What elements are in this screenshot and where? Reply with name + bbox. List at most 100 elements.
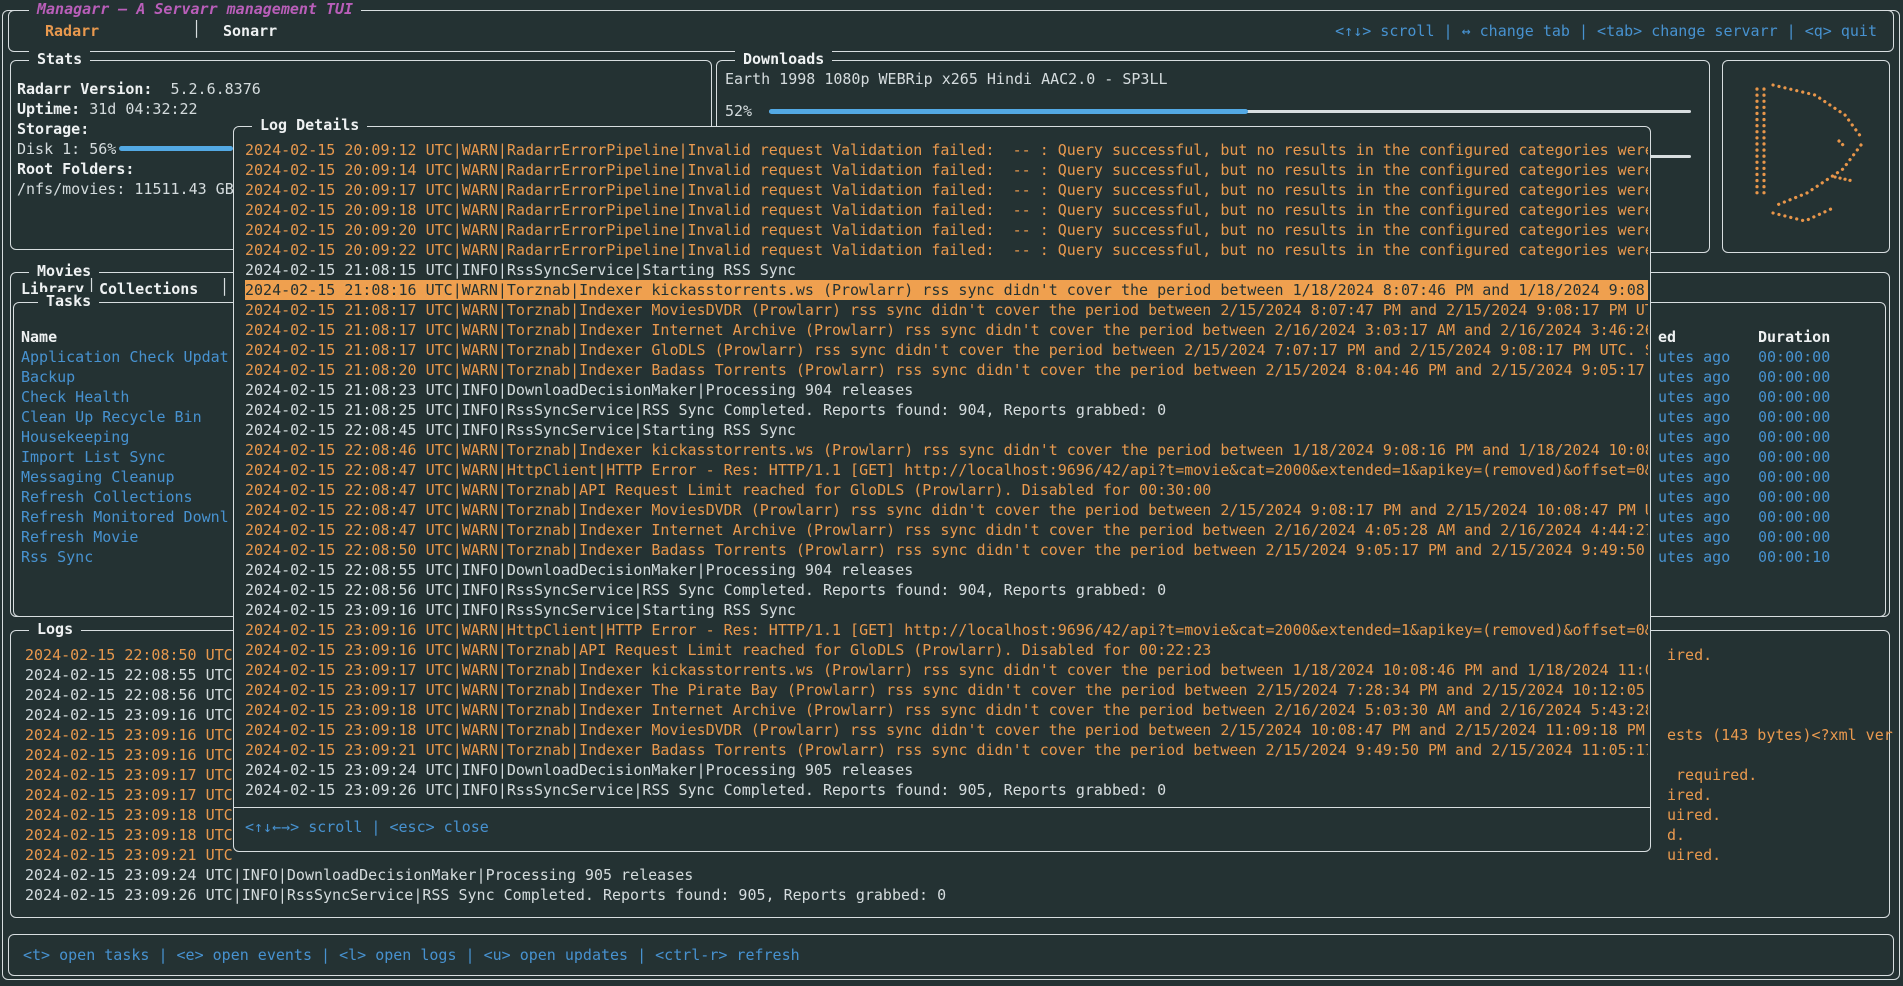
tasks-panel-title: Tasks: [38, 292, 99, 310]
log-row-timestamp[interactable]: 2024-02-15 22:08:50 UTC: [25, 645, 237, 665]
log-detail-line-selected[interactable]: 2024-02-15 21:08:16 UTC|WARN|Torznab|Ind…: [245, 280, 1648, 300]
task-last-executed: utes ago: [1658, 467, 1730, 487]
download-gauge-track: [769, 110, 1691, 113]
log-detail-line[interactable]: 2024-02-15 21:08:17 UTC|WARN|Torznab|Ind…: [245, 320, 1648, 340]
tab-collections[interactable]: Collections: [99, 279, 198, 299]
log-row-timestamp[interactable]: 2024-02-15 23:09:17 UTC: [25, 765, 237, 785]
task-duration: 00:00:00: [1758, 387, 1830, 407]
log-detail-line[interactable]: 2024-02-15 22:08:45 UTC|INFO|RssSyncServ…: [245, 420, 1648, 440]
stats-version-label: Radarr Version:: [17, 80, 152, 98]
task-name: Clean Up Recycle Bin: [21, 407, 233, 427]
log-detail-line[interactable]: 2024-02-15 23:09:16 UTC|INFO|RssSyncServ…: [245, 600, 1648, 620]
task-duration: 00:00:00: [1758, 487, 1830, 507]
log-detail-line[interactable]: 2024-02-15 20:09:17 UTC|WARN|RadarrError…: [245, 180, 1648, 200]
log-row-timestamp[interactable]: 2024-02-15 23:09:21 UTC: [25, 845, 237, 865]
log-row[interactable]: 2024-02-15 23:09:26 UTC|INFO|RssSyncServ…: [25, 885, 1885, 905]
top-keybinds: <↑↓> scroll | ↔ change tab | <tab> chang…: [1335, 21, 1877, 41]
log-row-timestamp[interactable]: 2024-02-15 22:08:56 UTC: [25, 685, 237, 705]
log-row-tail: ired.: [1667, 785, 1712, 805]
log-row-tail: required.: [1667, 765, 1757, 785]
log-detail-line[interactable]: 2024-02-15 20:09:14 UTC|WARN|RadarrError…: [245, 160, 1648, 180]
log-row-timestamp[interactable]: 2024-02-15 23:09:17 UTC: [25, 785, 237, 805]
log-detail-line[interactable]: 2024-02-15 20:09:22 UTC|WARN|RadarrError…: [245, 240, 1648, 260]
log-row-tail: uired.: [1667, 805, 1721, 825]
tab-radarr[interactable]: Radarr: [45, 21, 99, 41]
log-detail-line[interactable]: 2024-02-15 20:09:18 UTC|WARN|RadarrError…: [245, 200, 1648, 220]
stats-storage-label: Storage:: [17, 120, 89, 138]
log-detail-line[interactable]: 2024-02-15 21:08:20 UTC|WARN|Torznab|Ind…: [245, 360, 1648, 380]
task-last-executed: utes ago: [1658, 447, 1730, 467]
log-details-list: 2024-02-15 20:09:12 UTC|WARN|RadarrError…: [245, 140, 1648, 800]
managarr-logo-icon: [1743, 81, 1873, 231]
log-detail-line[interactable]: 2024-02-15 23:09:16 UTC|WARN|Torznab|API…: [245, 640, 1648, 660]
log-detail-line[interactable]: 2024-02-15 21:08:17 UTC|WARN|Torznab|Ind…: [245, 300, 1648, 320]
log-details-title: Log Details: [252, 116, 367, 134]
log-detail-line[interactable]: 2024-02-15 23:09:17 UTC|WARN|Torznab|Ind…: [245, 680, 1648, 700]
disk-usage-gauge: [119, 146, 233, 151]
log-detail-line[interactable]: 2024-02-15 23:09:18 UTC|WARN|Torznab|Ind…: [245, 720, 1648, 740]
log-detail-line[interactable]: 2024-02-15 22:08:47 UTC|WARN|Torznab|Ind…: [245, 520, 1648, 540]
log-detail-line[interactable]: 2024-02-15 23:09:18 UTC|WARN|Torznab|Ind…: [245, 700, 1648, 720]
log-detail-line[interactable]: 2024-02-15 22:08:47 UTC|WARN|HttpClient|…: [245, 460, 1648, 480]
task-last-executed: utes ago: [1658, 507, 1730, 527]
task-duration: 00:00:00: [1758, 527, 1830, 547]
task-duration: 00:00:00: [1758, 507, 1830, 527]
log-row-timestamp[interactable]: 2024-02-15 23:09:18 UTC: [25, 825, 237, 845]
log-row-timestamp[interactable]: 2024-02-15 23:09:16 UTC: [25, 725, 237, 745]
stats-disk-label: Disk 1: 56%: [17, 140, 116, 158]
task-name: Housekeeping: [21, 427, 233, 447]
log-row-tail: ired.: [1667, 645, 1712, 665]
log-row-timestamp[interactable]: 2024-02-15 23:09:18 UTC: [25, 805, 237, 825]
log-detail-line[interactable]: 2024-02-15 21:08:17 UTC|WARN|Torznab|Ind…: [245, 340, 1648, 360]
log-detail-line[interactable]: 2024-02-15 23:09:21 UTC|WARN|Torznab|Ind…: [245, 740, 1648, 760]
log-detail-line[interactable]: 2024-02-15 20:09:12 UTC|WARN|RadarrError…: [245, 140, 1648, 160]
stats-rootfolder-value: /nfs/movies: 11511.43 GB: [17, 180, 234, 198]
log-detail-line[interactable]: 2024-02-15 22:08:50 UTC|WARN|Torznab|Ind…: [245, 540, 1648, 560]
log-detail-line[interactable]: 2024-02-15 22:08:47 UTC|WARN|Torznab|API…: [245, 480, 1648, 500]
download-item-name[interactable]: Earth 1998 1080p WEBRip x265 Hindi AAC2.…: [725, 69, 1695, 89]
log-detail-line[interactable]: 2024-02-15 23:09:26 UTC|INFO|RssSyncServ…: [245, 780, 1648, 800]
log-row[interactable]: 2024-02-15 23:09:24 UTC|INFO|DownloadDec…: [25, 865, 1885, 885]
task-duration: 00:00:00: [1758, 447, 1830, 467]
log-row-timestamp[interactable]: 2024-02-15 23:09:16 UTC: [25, 745, 237, 765]
log-detail-line[interactable]: 2024-02-15 22:08:55 UTC|INFO|DownloadDec…: [245, 560, 1648, 580]
log-detail-line[interactable]: 2024-02-15 23:09:17 UTC|WARN|Torznab|Ind…: [245, 660, 1648, 680]
download-item-percent: 52%: [725, 101, 752, 121]
log-row-tail: ests (143 bytes)<?xml ver: [1667, 725, 1893, 745]
log-detail-line[interactable]: 2024-02-15 21:08:15 UTC|INFO|RssSyncServ…: [245, 260, 1648, 280]
task-duration: 00:00:00: [1758, 427, 1830, 447]
task-duration: 00:00:00: [1758, 407, 1830, 427]
downloads-panel-title: Downloads: [735, 50, 832, 68]
logo-panel: [1722, 60, 1890, 253]
stats-version-value: 5.2.6.8376: [170, 80, 260, 98]
log-detail-line[interactable]: 2024-02-15 20:09:20 UTC|WARN|RadarrError…: [245, 220, 1648, 240]
log-detail-line[interactable]: 2024-02-15 21:08:23 UTC|INFO|DownloadDec…: [245, 380, 1648, 400]
task-last-executed: utes ago: [1658, 407, 1730, 427]
task-last-executed: utes ago: [1658, 347, 1730, 367]
log-detail-line[interactable]: 2024-02-15 23:09:24 UTC|INFO|DownloadDec…: [245, 760, 1648, 780]
log-detail-line[interactable]: 2024-02-15 21:08:25 UTC|INFO|RssSyncServ…: [245, 400, 1648, 420]
log-detail-line[interactable]: 2024-02-15 22:08:56 UTC|INFO|RssSyncServ…: [245, 580, 1648, 600]
tasks-executed-header: ed: [1658, 327, 1676, 347]
tasks-duration-header: Duration: [1758, 327, 1830, 347]
task-name: Refresh Collections: [21, 487, 233, 507]
task-last-executed: utes ago: [1658, 547, 1730, 567]
log-details-modal: Log Details 2024-02-15 20:09:12 UTC|WARN…: [233, 126, 1651, 852]
log-detail-line[interactable]: 2024-02-15 22:08:46 UTC|WARN|Torznab|Ind…: [245, 440, 1648, 460]
task-last-executed: utes ago: [1658, 367, 1730, 387]
task-name: Check Health: [21, 387, 233, 407]
log-detail-line[interactable]: 2024-02-15 23:09:16 UTC|WARN|HttpClient|…: [245, 620, 1648, 640]
managarr-screen: { "app": { "title": "Managarr — A Servar…: [0, 0, 1903, 986]
modal-footer-keybinds: <↑↓←→> scroll | <esc> close: [245, 817, 489, 837]
task-name: Application Check Updat: [21, 347, 233, 367]
app-title: Managarr — A Servarr management TUI: [29, 0, 361, 18]
tab-sonarr[interactable]: Sonarr: [223, 21, 277, 41]
stats-uptime-value: 31d 04:32:22: [89, 100, 197, 118]
log-row-timestamp[interactable]: 2024-02-15 23:09:16 UTC: [25, 705, 237, 725]
tasks-name-header: Name: [21, 327, 233, 347]
task-name: Rss Sync: [21, 547, 233, 567]
modal-footer-divider: [234, 807, 1650, 808]
log-row-timestamp[interactable]: 2024-02-15 22:08:55 UTC: [25, 665, 237, 685]
log-detail-line[interactable]: 2024-02-15 22:08:47 UTC|WARN|Torznab|Ind…: [245, 500, 1648, 520]
task-name: Refresh Monitored Downl: [21, 507, 233, 527]
